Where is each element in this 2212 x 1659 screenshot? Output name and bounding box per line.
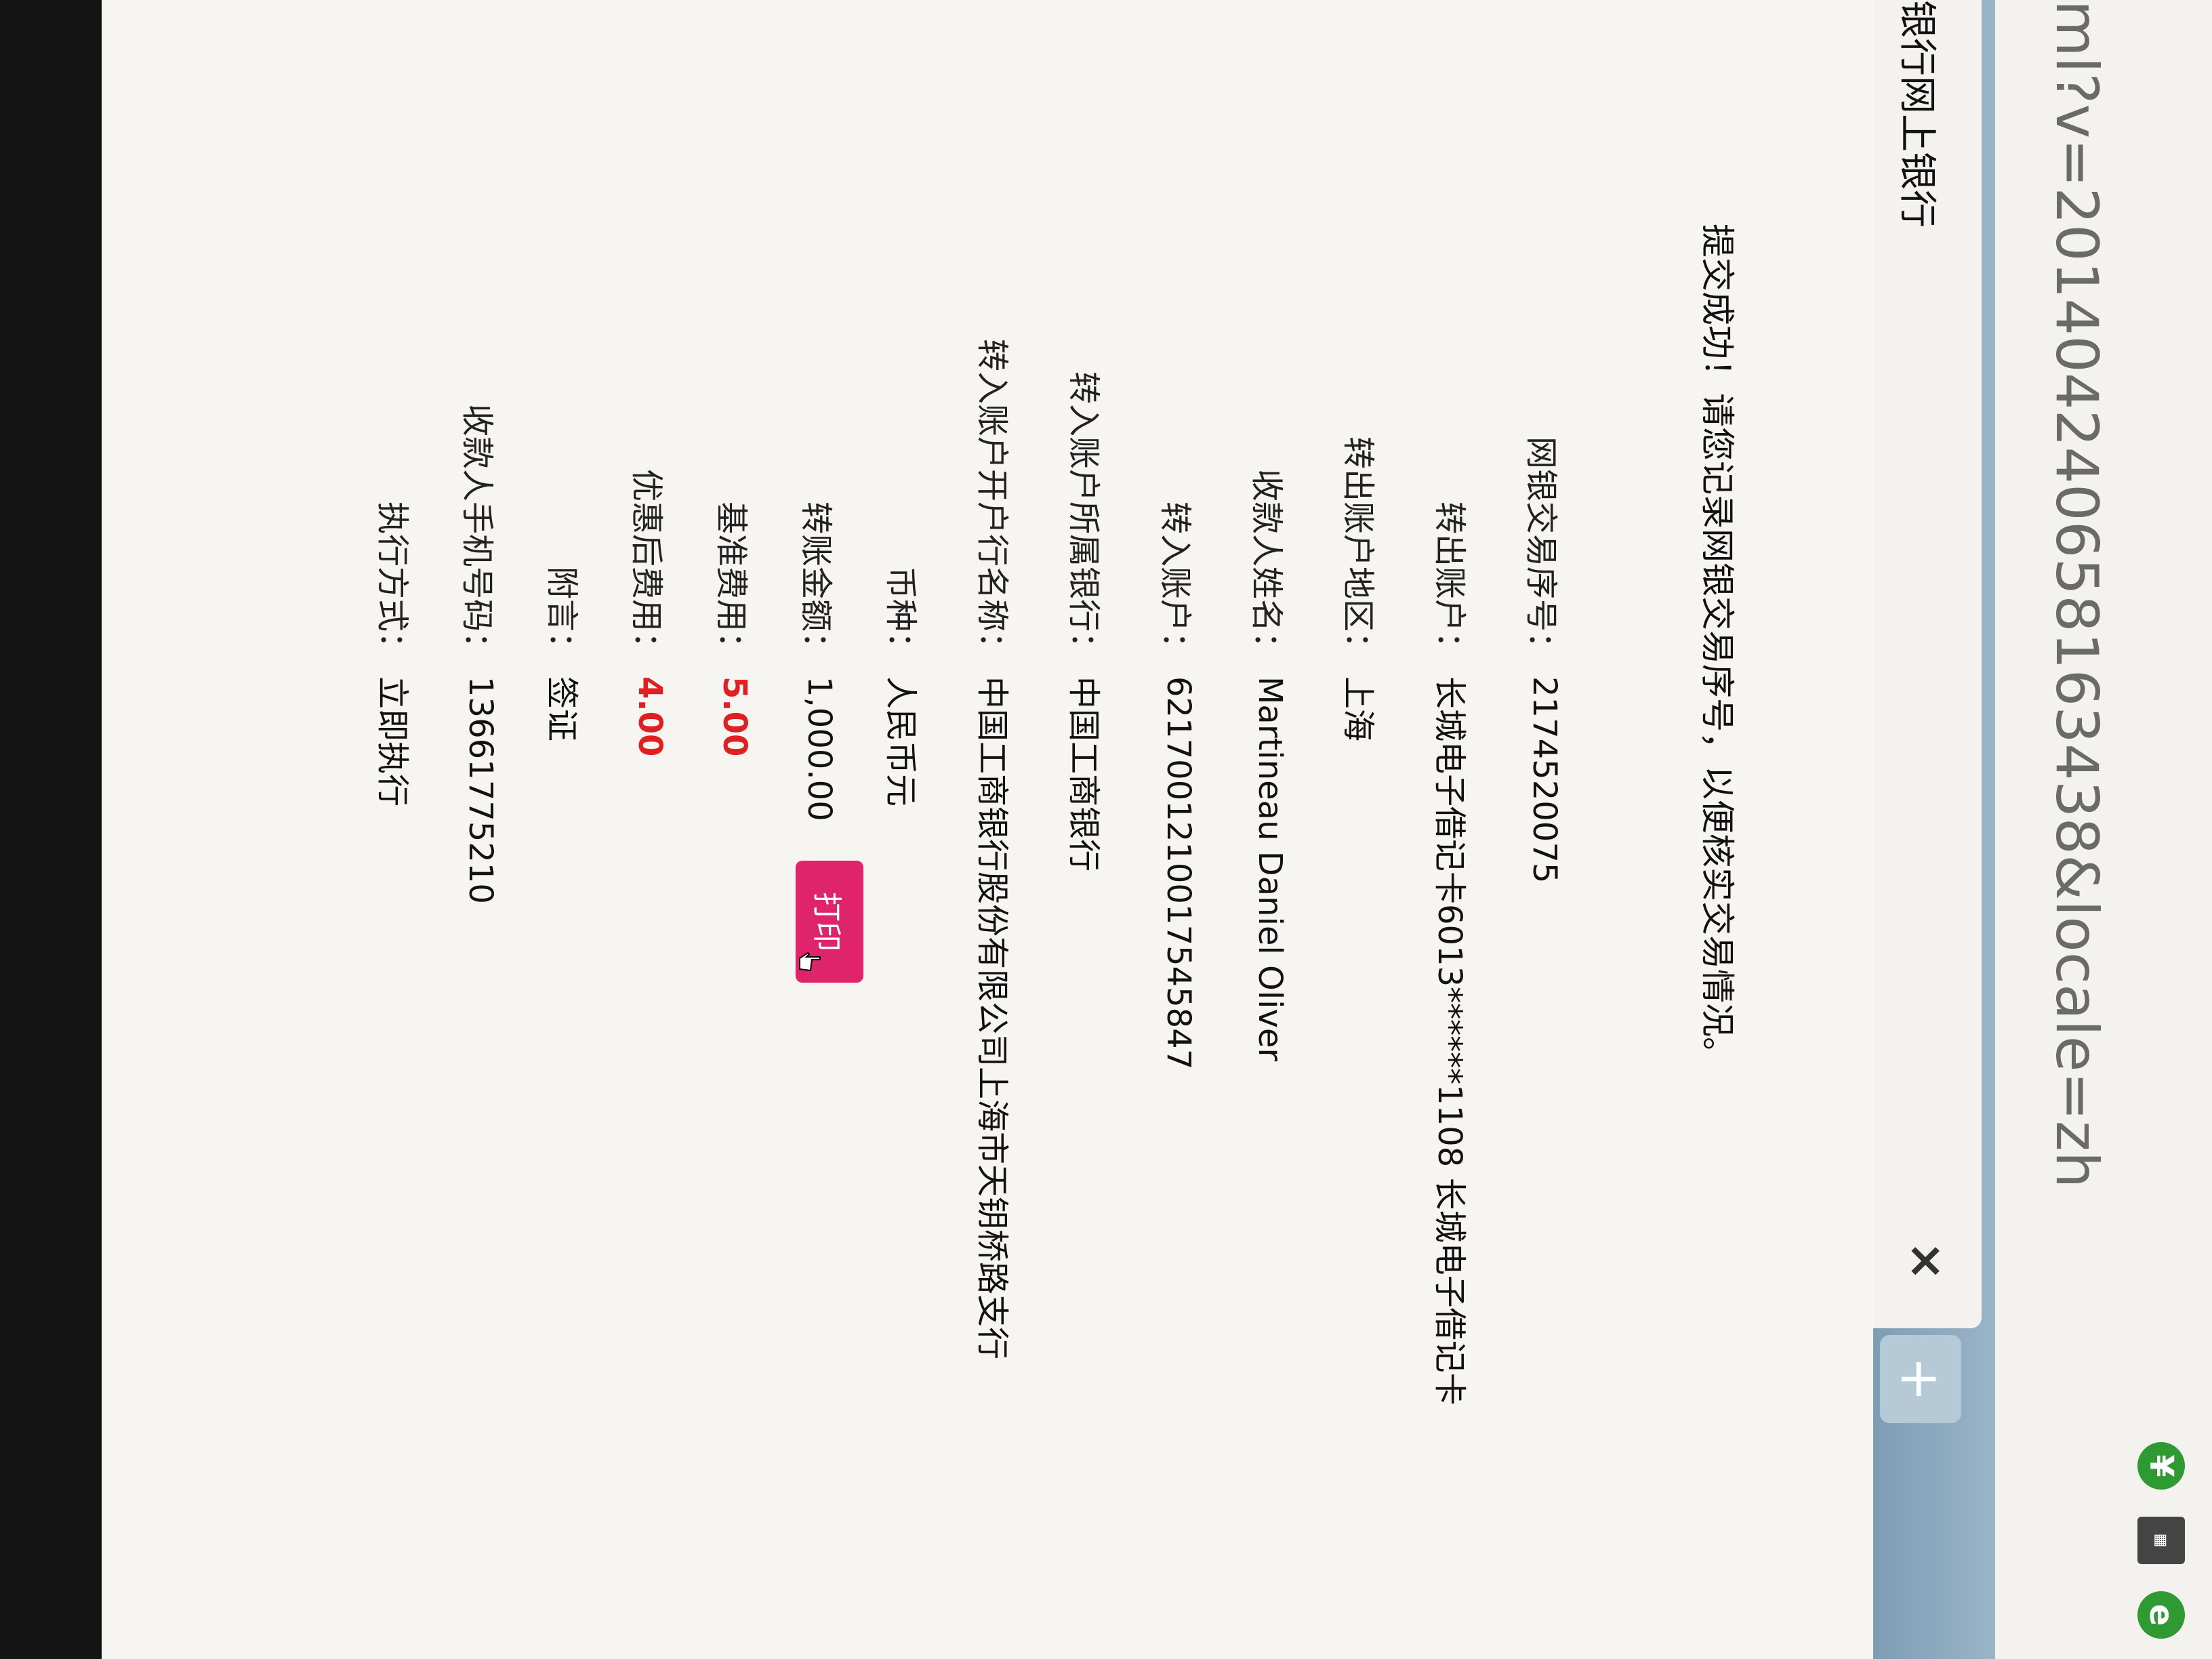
detail-row: 币种： 人民币元 [880,0,928,806]
browser-screen: ml?v=201404240658163438&locale=zh ¥ ▦ e … [102,0,2212,1659]
detail-row: 基准费用： 5.00 [711,0,758,756]
tab-strip: 银行网上银行 × + [1873,0,1995,1659]
detail-row: 优惠后费用： 4.00 [626,0,674,756]
detail-value: 5.00 [716,676,754,757]
detail-row: 转出账户： 长城电子借记卡6013******1108 长城电子借记卡 [1429,0,1477,1406]
detail-value: Martineau Daniel Oliver [1251,676,1289,1062]
detail-label: 转入账户： [1156,501,1194,664]
detail-row: 转入账户所属银行： 中国工商银行 [1063,0,1111,872]
tab-active[interactable]: 银行网上银行 × [1873,0,1982,1328]
monitor-bezel [0,0,102,1659]
shield-icon[interactable]: ¥ [2137,1442,2185,1490]
detail-label: 基准费用： [712,501,750,664]
detail-label: 币种： [882,566,920,664]
url-text[interactable]: ml?v=201404240658163438&locale=zh [2043,0,2110,1188]
detail-row: 转入账户开户行名称： 中国工商银行股份有限公司上海市天钥桥路支行 [972,0,1019,1359]
success-notice: 提交成功！请您记录网银交易序号，以便核实交易情况。 [1698,224,1737,1071]
detail-row: 网银交易序号： 2174520075 [1521,0,1568,883]
detail-value: 长城电子借记卡6013******1108 长城电子借记卡 [1431,676,1469,1406]
detail-label: 优惠后费用： [628,468,665,664]
detail-row: 转账金额： 1,000.00 [796,0,843,821]
detail-label: 执行方式： [373,501,411,664]
detail-row: 附言： 签证 [541,0,589,741]
address-bar[interactable]: ml?v=201404240658163438&locale=zh ¥ ▦ e [1994,0,2212,1659]
detail-row: 转入账户： 6217001210017545847 [1155,0,1202,1069]
detail-label: 附言： [543,566,581,664]
detail-label: 转出账户地区： [1339,436,1377,664]
tab-title: 银行网上银行 [1895,0,1939,228]
hand-cursor-icon [799,951,821,972]
detail-value: 中国工商银行 [1065,676,1103,872]
detail-value: 4.00 [631,676,669,757]
detail-label: 转入账户开户行名称： [973,338,1011,664]
extension-icons: ¥ ▦ e [2137,1442,2185,1639]
detail-label: 转账金额： [797,501,835,664]
detail-value: 6217001210017545847 [1160,676,1197,1070]
detail-value: 上海 [1339,676,1377,742]
qr-code-icon[interactable]: ▦ [2137,1517,2185,1564]
new-tab-button[interactable]: + [1880,1335,1961,1423]
detail-row: 转出账户地区： 上海 [1338,0,1385,741]
detail-label: 收款人手机号码： [458,403,496,664]
detail-row: 收款人手机号码： 13661775210 [457,0,504,904]
detail-value: 1,000.00 [800,676,838,821]
detail-value: 2174520075 [1525,676,1563,884]
detail-row: 执行方式： 立即执行 [372,0,419,806]
detail-value: 人民币元 [882,676,920,807]
detail-label: 网银交易序号： [1522,436,1560,664]
detail-label: 转入账户所属银行： [1065,371,1103,664]
detail-value: 立即执行 [373,676,411,807]
detail-value: 13661775210 [462,676,499,904]
detail-label: 收款人姓名： [1248,468,1286,664]
detail-value: 签证 [543,676,581,742]
close-icon[interactable]: × [1899,1241,1954,1281]
detail-row: 收款人姓名： Martineau Daniel Oliver [1246,0,1294,1061]
browser-logo-icon[interactable]: e [2137,1591,2185,1639]
detail-value: 中国工商银行股份有限公司上海市天钥桥路支行 [973,676,1011,1360]
detail-label: 转出账户： [1431,501,1469,664]
